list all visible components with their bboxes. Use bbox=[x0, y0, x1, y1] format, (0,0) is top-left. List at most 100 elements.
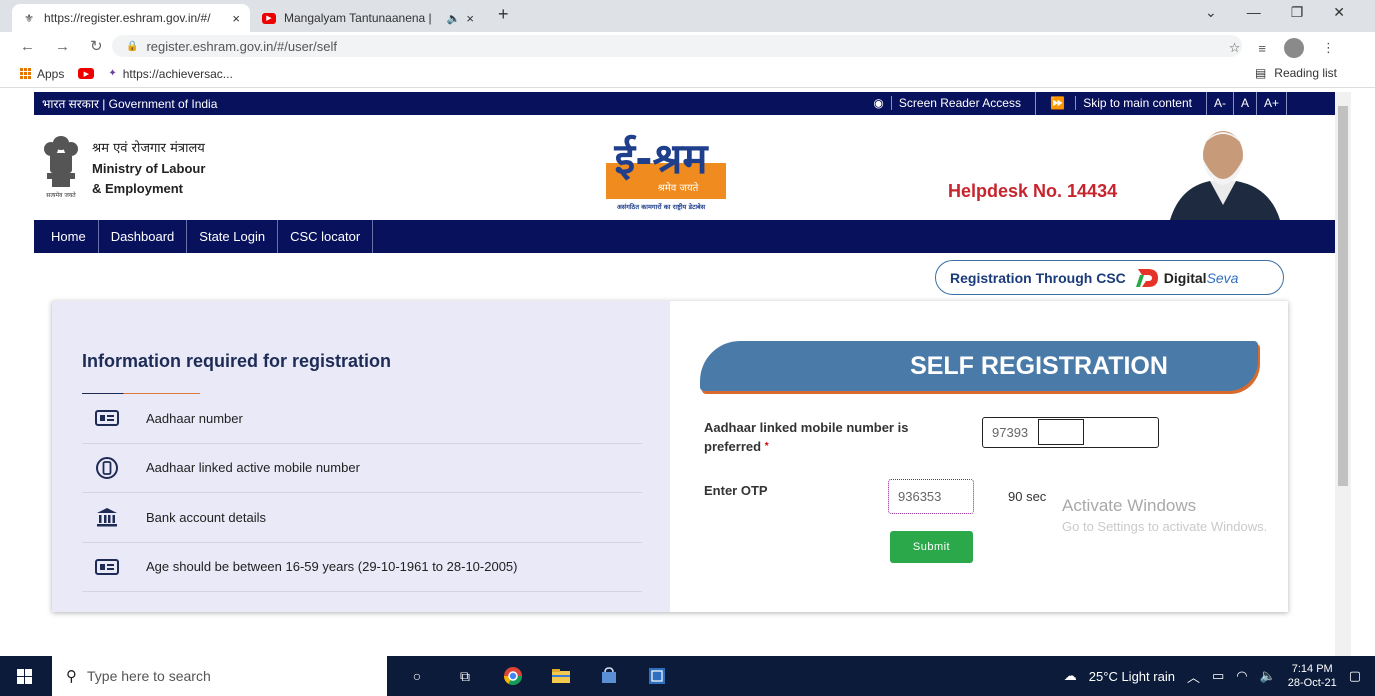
reading-list-button[interactable]: ▤ Reading list bbox=[1255, 66, 1337, 80]
id-card-icon bbox=[92, 410, 122, 427]
screen-reader-link[interactable]: ◉ Screen Reader Access bbox=[859, 92, 1035, 115]
start-button[interactable] bbox=[0, 656, 48, 696]
tray-expand-icon[interactable]: ︿ bbox=[1187, 667, 1200, 686]
scrollbar-thumb[interactable] bbox=[1338, 106, 1348, 486]
windows-taskbar: ⚲ Type here to search ○ ⧉ ☁ 25°C Light r… bbox=[0, 656, 1375, 696]
taskbar-search-input[interactable]: ⚲ Type here to search bbox=[52, 656, 387, 696]
address-bar-row: ← → ↻ 🔒 register.eshram.gov.in/#/user/se… bbox=[0, 32, 1375, 60]
font-increase-button[interactable]: A+ bbox=[1255, 92, 1287, 115]
otp-timer: 90 sec bbox=[1008, 489, 1047, 504]
id-card-icon bbox=[92, 558, 122, 575]
redaction-box bbox=[1038, 419, 1084, 445]
self-registration-banner: SELF REGISTRATION bbox=[700, 341, 1258, 391]
svg-text:असंगठित कामगारों का राष्ट्रीय: असंगठित कामगारों का राष्ट्रीय डेटाबेस bbox=[617, 203, 706, 211]
close-tab-icon[interactable]: × bbox=[466, 11, 474, 26]
bookmark-achievers[interactable]: ✦ https://achieversac... bbox=[108, 67, 232, 81]
site-header: सत्यमेव जयते श्रम एवं रोजगार मंत्रालय Mi… bbox=[34, 115, 1335, 220]
info-panel: Information required for registration Aa… bbox=[52, 301, 670, 612]
ministry-english-2: & Employment bbox=[92, 181, 184, 196]
page-scrollbar[interactable] bbox=[1335, 92, 1351, 656]
helpdesk-number: Helpdesk No. 14434 bbox=[948, 181, 1118, 201]
weather-text[interactable]: 25°C Light rain bbox=[1089, 669, 1175, 684]
new-tab-button[interactable]: + bbox=[498, 4, 509, 25]
digital-seva-logo-icon bbox=[1134, 267, 1160, 289]
minimize-icon[interactable]: — bbox=[1247, 4, 1261, 21]
windows-logo-icon bbox=[16, 668, 32, 684]
emblem-favicon-icon: ⚜ bbox=[24, 12, 34, 25]
bookmark-star-icon[interactable]: ☆ bbox=[1229, 40, 1241, 56]
restore-icon[interactable]: ❐ bbox=[1291, 4, 1304, 21]
battery-icon[interactable]: ▭ bbox=[1212, 668, 1224, 684]
back-icon[interactable]: ← bbox=[20, 38, 35, 55]
youtube-icon: ▶ bbox=[78, 68, 95, 79]
pm-photo bbox=[1170, 131, 1280, 220]
cortana-icon[interactable]: ○ bbox=[400, 659, 434, 693]
search-icon: ⚲ bbox=[66, 668, 77, 685]
registration-card: Information required for registration Aa… bbox=[52, 301, 1288, 612]
avatar[interactable] bbox=[1284, 38, 1304, 58]
file-explorer-icon[interactable] bbox=[544, 659, 578, 693]
wifi-icon[interactable]: ◠ bbox=[1236, 668, 1247, 684]
lock-icon[interactable]: 🔒 bbox=[126, 41, 138, 52]
nav-dashboard[interactable]: Dashboard bbox=[99, 220, 188, 253]
bookmark-youtube[interactable]: ▶ bbox=[78, 68, 95, 79]
taskbar-clock[interactable]: 7:14 PM 28-Oct-21 bbox=[1288, 662, 1337, 690]
close-window-icon[interactable]: ✕ bbox=[1333, 4, 1345, 21]
gov-of-india-text: भारत सरकार | Government of India bbox=[42, 97, 218, 111]
taskbar-apps: ○ ⧉ bbox=[400, 656, 674, 696]
bank-icon bbox=[92, 507, 122, 527]
list-item: Aadhaar number bbox=[82, 394, 642, 444]
nav-state-login[interactable]: State Login bbox=[187, 220, 279, 253]
nav-csc-locator[interactable]: CSC locator bbox=[278, 220, 374, 253]
nav-home[interactable]: Home bbox=[34, 220, 99, 253]
svg-text:ई-श्रम: ई-श्रम bbox=[614, 134, 710, 183]
mobile-number-label: Aadhaar linked mobile number is preferre… bbox=[704, 420, 909, 454]
activate-windows-subtext: Go to Settings to activate Windows. bbox=[1062, 519, 1268, 534]
ministry-name: श्रम एवं रोजगार मंत्रालय Ministry of Lab… bbox=[92, 139, 205, 199]
forward-icon[interactable]: → bbox=[55, 38, 70, 55]
apps-grid-icon bbox=[20, 68, 31, 79]
browser-tabstrip: ⚜ https://register.eshram.gov.in/#/ × ▶ … bbox=[0, 0, 1375, 32]
digital-text: Digital bbox=[1163, 269, 1207, 286]
font-normal-button[interactable]: A bbox=[1232, 92, 1256, 115]
store-icon[interactable] bbox=[592, 659, 626, 693]
speaker-icon[interactable]: 🔈 bbox=[447, 12, 461, 25]
url-input[interactable]: 🔒 register.eshram.gov.in/#/user/self bbox=[112, 35, 1242, 57]
font-decrease-button[interactable]: A- bbox=[1205, 92, 1233, 115]
otp-label: Enter OTP bbox=[704, 483, 768, 498]
weather-icon[interactable]: ☁ bbox=[1064, 668, 1077, 684]
list-item: Aadhaar linked active mobile number bbox=[82, 444, 642, 493]
task-view-icon[interactable]: ⧉ bbox=[448, 659, 482, 693]
outlook-icon[interactable] bbox=[640, 659, 674, 693]
tab-youtube[interactable]: ▶ Mangalyam Tantunaanena | 🔈 × bbox=[252, 4, 484, 32]
emblem-caption: सत्यमेव जयते bbox=[46, 191, 76, 199]
window-controls: ⌄ — ❐ ✕ bbox=[1205, 4, 1345, 21]
ministry-hindi: श्रम एवं रोजगार मंत्रालय bbox=[92, 141, 205, 156]
site-favicon-icon: ✦ bbox=[108, 68, 117, 79]
self-registration-form: SELF REGISTRATION Aadhaar linked mobile … bbox=[670, 301, 1288, 612]
notifications-icon[interactable]: ▢ bbox=[1349, 668, 1361, 684]
bookmark-apps[interactable]: Apps bbox=[20, 67, 64, 81]
national-emblem-icon: सत्यमेव जयते bbox=[44, 136, 78, 199]
url-text: register.eshram.gov.in/#/user/self bbox=[146, 38, 337, 54]
toolbar-right: ☆ ≡ ⋮ bbox=[1229, 38, 1335, 58]
youtube-icon: ▶ bbox=[262, 11, 276, 25]
menu-icon[interactable]: ⋮ bbox=[1322, 40, 1335, 56]
bookmarks-bar: Apps ▶ ✦ https://achieversac... ▤ Readin… bbox=[0, 60, 1375, 88]
chrome-icon[interactable] bbox=[496, 659, 530, 693]
list-item: Bank account details bbox=[82, 493, 642, 543]
csc-label: Registration Through CSC bbox=[950, 269, 1126, 286]
reload-icon[interactable]: ↻ bbox=[90, 37, 103, 55]
tab-eshram[interactable]: ⚜ https://register.eshram.gov.in/#/ × bbox=[12, 4, 250, 32]
media-control-icon[interactable]: ≡ bbox=[1258, 41, 1266, 56]
registration-through-csc-button[interactable]: Registration Through CSC Digital Seva bbox=[935, 260, 1284, 295]
main-navigation: Home Dashboard State Login CSC locator bbox=[34, 220, 1335, 253]
tab-search-icon[interactable]: ⌄ bbox=[1205, 4, 1217, 21]
close-tab-icon[interactable]: × bbox=[232, 11, 240, 26]
system-tray: ☁ 25°C Light rain ︿ ▭ ◠ 🔈 7:14 PM 28-Oct… bbox=[1064, 656, 1361, 696]
volume-icon[interactable]: 🔈 bbox=[1260, 668, 1276, 684]
otp-input[interactable]: 936353 bbox=[888, 479, 974, 514]
submit-button[interactable]: Submit bbox=[890, 531, 973, 563]
accessibility-links: ◉ Screen Reader Access ⏩ Skip to main con… bbox=[859, 92, 1287, 115]
skip-to-content-link[interactable]: ⏩ Skip to main content bbox=[1034, 92, 1206, 115]
